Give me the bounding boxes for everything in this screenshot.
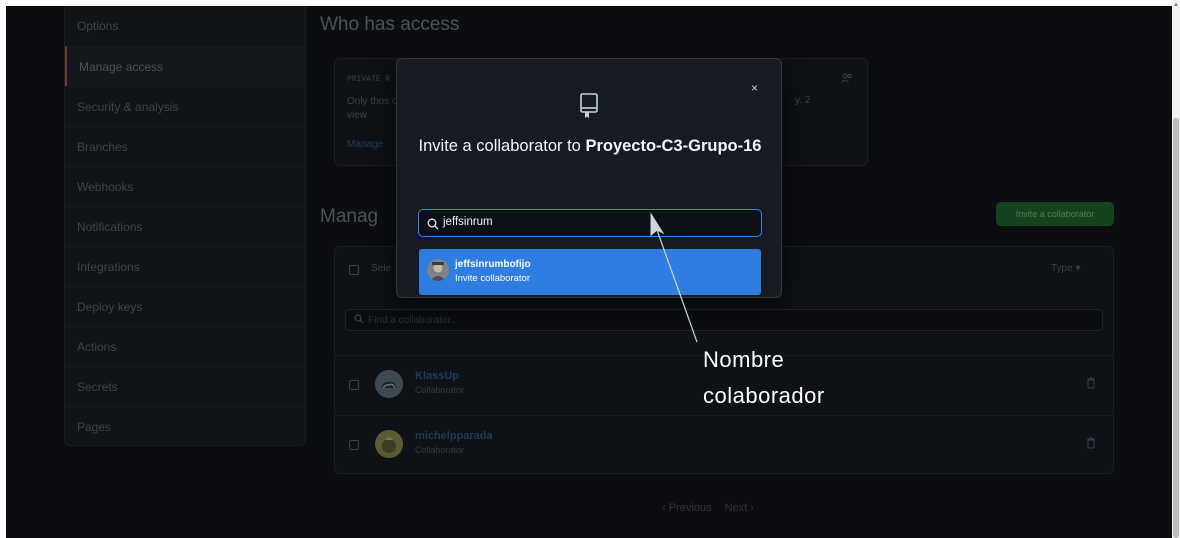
find-collaborator-input[interactable]: Find a collaborator... xyxy=(345,309,1103,331)
visibility-label: PRIVATE R xyxy=(347,75,391,84)
pagination: ‹ Previous Next › xyxy=(662,502,764,514)
vertical-scrollbar[interactable]: ▲ xyxy=(1172,0,1180,538)
collaborator-role: Collaborator xyxy=(415,385,465,395)
manage-access-heading: Manag xyxy=(320,206,379,227)
sidebar-item-options[interactable]: Options xyxy=(65,6,305,46)
collaborator-role: Collaborator xyxy=(415,445,465,455)
previous-page-button[interactable]: ‹ Previous xyxy=(662,502,712,514)
avatar xyxy=(375,370,403,398)
collaborator-row: michelpparada Collaborator xyxy=(335,415,1113,475)
search-icon xyxy=(354,314,364,327)
next-page-button[interactable]: Next › xyxy=(725,502,754,514)
app-window: Options Manage access Security & analysi… xyxy=(6,6,1172,538)
suggestion-action: Invite collaborator xyxy=(455,273,530,284)
people-icon xyxy=(841,73,853,86)
settings-sidebar: Options Manage access Security & analysi… xyxy=(64,6,306,446)
dialog-title-prefix: Invite a collaborator to xyxy=(418,137,586,155)
invite-collaborator-dialog: × Invite a collaborator to Proyecto-C3-G… xyxy=(396,58,782,298)
sidebar-item-integrations[interactable]: Integrations xyxy=(65,246,305,286)
sidebar-item-deploy-keys[interactable]: Deploy keys xyxy=(65,286,305,326)
close-icon[interactable]: × xyxy=(751,81,758,95)
repo-icon xyxy=(579,93,599,119)
search-icon xyxy=(427,217,439,230)
who-has-access-title: Who has access xyxy=(320,14,460,35)
manage-link[interactable]: Manage xyxy=(347,139,383,150)
access-description-tail: y. 2 xyxy=(795,95,811,106)
sidebar-item-branches[interactable]: Branches xyxy=(65,126,305,166)
collaborator-search-input[interactable]: jeffsinrum xyxy=(418,209,762,237)
row-checkbox[interactable] xyxy=(349,380,359,390)
collaborator-search-value: jeffsinrum xyxy=(443,216,493,228)
dialog-title: Invite a collaborator to Proyecto-C3-Gru… xyxy=(417,135,763,157)
trash-icon[interactable] xyxy=(1087,436,1095,449)
annotation-line-2: colaborador xyxy=(703,383,825,408)
sidebar-item-security-analysis[interactable]: Security & analysis xyxy=(65,86,305,126)
sidebar-item-manage-access[interactable]: Manage access xyxy=(65,46,305,86)
collaborator-name[interactable]: KlassUp xyxy=(415,370,459,382)
scroll-up-icon[interactable]: ▲ xyxy=(1173,2,1179,8)
find-collaborator-placeholder: Find a collaborator... xyxy=(368,315,459,326)
sidebar-item-pages[interactable]: Pages xyxy=(65,406,305,446)
sidebar-item-webhooks[interactable]: Webhooks xyxy=(65,166,305,206)
sidebar-item-secrets[interactable]: Secrets xyxy=(65,366,305,406)
sidebar-item-notifications[interactable]: Notifications xyxy=(65,206,305,246)
dialog-repo-name: Proyecto-C3-Grupo-16 xyxy=(585,137,762,155)
scrollbar-thumb[interactable] xyxy=(1173,118,1179,538)
avatar xyxy=(427,259,449,281)
sidebar-item-actions[interactable]: Actions xyxy=(65,326,305,366)
trash-icon[interactable] xyxy=(1087,376,1095,389)
avatar xyxy=(375,430,403,458)
select-all-checkbox[interactable] xyxy=(349,265,359,275)
collaborator-name[interactable]: michelpparada xyxy=(415,430,493,442)
collaborator-suggestion[interactable]: jeffsinrumbofijo Invite collaborator xyxy=(419,249,761,295)
suggestion-username: jeffsinrumbofijo xyxy=(455,259,531,270)
type-filter-dropdown[interactable]: Type ▾ xyxy=(1051,263,1080,274)
annotation-line-1: Nombre xyxy=(703,347,785,372)
row-checkbox[interactable] xyxy=(349,440,359,450)
invite-collaborator-button[interactable]: Invite a collaborator xyxy=(996,202,1114,226)
annotation-label: Nombre colaborador xyxy=(703,342,825,414)
select-all-label: Sele xyxy=(371,263,392,274)
